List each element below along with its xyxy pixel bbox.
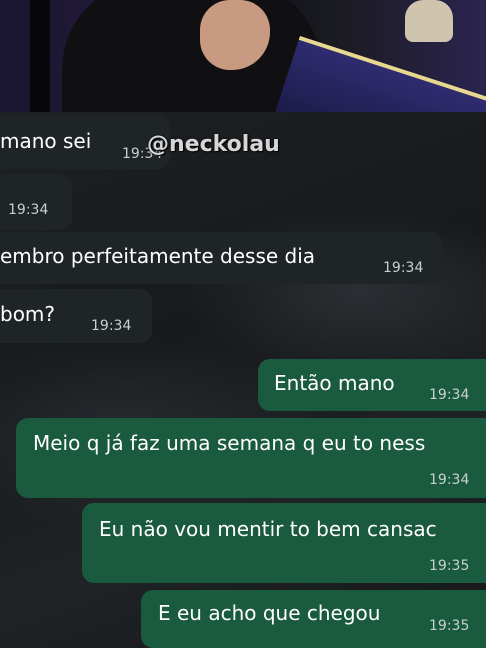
message-text: Então mano	[274, 371, 395, 395]
message-bubble-outgoing[interactable]: Meio q já faz uma semana q eu to ness 19…	[16, 418, 486, 498]
message-bubble-incoming[interactable]: bom? 19:34	[0, 289, 152, 343]
message-bubble-outgoing[interactable]: E eu acho que chegou 19:35	[141, 590, 486, 648]
message-bubble-incoming[interactable]: embro perfeitamente desse dia 19:34	[0, 232, 442, 284]
message-text: mano sei	[0, 129, 92, 153]
watermark-handle: @neckolau	[147, 132, 280, 157]
message-text: Meio q já faz uma semana q eu to ness	[33, 431, 426, 455]
message-time: 19:34	[8, 202, 49, 218]
video-frame	[0, 0, 486, 112]
message-bubble-incoming[interactable]: mano sei 19:34	[0, 115, 170, 169]
chair-shape	[30, 0, 50, 112]
message-text: embro perfeitamente desse dia	[0, 244, 316, 268]
toy-figure	[405, 0, 453, 42]
message-time: 19:35	[429, 618, 470, 634]
message-text: E eu acho que chegou	[158, 601, 381, 625]
message-bubble-outgoing[interactable]: Então mano 19:34	[258, 359, 486, 411]
message-time: 19:34	[383, 260, 424, 276]
message-time: 19:34	[91, 318, 132, 334]
message-bubble-outgoing[interactable]: Eu não vou mentir to bem cansac 19:35	[82, 503, 486, 583]
message-time: 19:34	[429, 472, 470, 488]
message-text: bom?	[0, 302, 56, 326]
message-time: 19:34	[429, 387, 470, 403]
message-text: Eu não vou mentir to bem cansac	[99, 517, 437, 541]
neon-desk-light	[270, 36, 486, 112]
message-time: 19:35	[429, 558, 470, 574]
message-bubble-incoming[interactable]: 19:34	[0, 174, 72, 230]
